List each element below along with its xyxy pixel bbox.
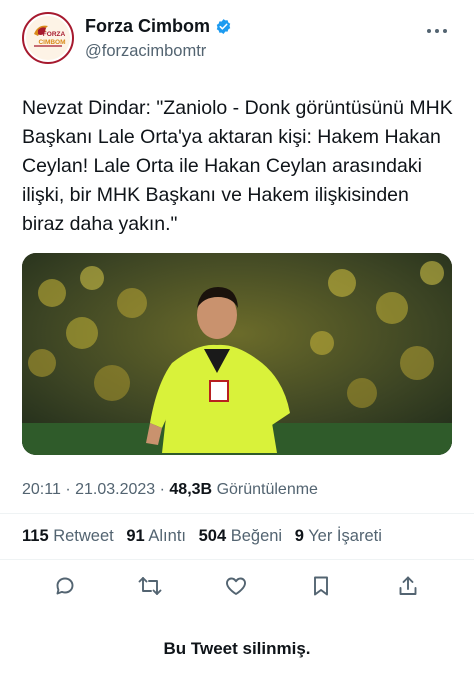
likes-label: Beğeni bbox=[230, 527, 283, 545]
display-name[interactable]: Forza Cimbom bbox=[85, 16, 210, 37]
bookmarks-label: Yer İşareti bbox=[308, 527, 382, 545]
divider bbox=[0, 513, 474, 514]
meta-separator: · bbox=[65, 481, 71, 498]
account-handle[interactable]: @forzacimbomtr bbox=[85, 42, 206, 61]
quotes-count: 91 bbox=[126, 527, 145, 545]
like-icon[interactable] bbox=[222, 572, 250, 600]
avatar[interactable]: FORZA CIMBOM bbox=[22, 12, 74, 64]
reply-icon[interactable] bbox=[51, 572, 79, 600]
tweet-meta: 20:11 · 21.03.2023 · 48,3B Görüntülenme bbox=[22, 481, 318, 499]
tweet-stats: 115 Retweet 91 Alıntı 504 Beğeni 9 Yer İ… bbox=[22, 527, 390, 546]
bookmark-icon[interactable] bbox=[307, 572, 335, 600]
deleted-tweet-notice: Bu Tweet silinmiş. bbox=[163, 639, 311, 658]
divider bbox=[0, 559, 474, 560]
tweet-media[interactable] bbox=[22, 253, 452, 455]
tweet-actions bbox=[0, 568, 474, 604]
forza-cimbom-logo-icon: FORZA CIMBOM bbox=[26, 16, 70, 60]
tweet-time[interactable]: 20:11 bbox=[22, 481, 61, 498]
likes-count: 504 bbox=[198, 527, 227, 545]
verified-badge-icon bbox=[216, 19, 231, 34]
retweets-label: Retweet bbox=[53, 527, 114, 545]
avatar-text-bottom: CIMBOM bbox=[38, 39, 65, 46]
tweet-text: Nevzat Dindar: "Zaniolo - Donk görüntüsü… bbox=[22, 97, 453, 235]
avatar-text-top: FORZA bbox=[43, 31, 66, 38]
tweet-date[interactable]: 21.03.2023 bbox=[75, 481, 155, 498]
more-options-icon[interactable] bbox=[426, 18, 448, 39]
share-icon[interactable] bbox=[394, 572, 422, 600]
views-label: Görüntülenme bbox=[216, 481, 318, 498]
retweet-icon[interactable] bbox=[136, 572, 164, 600]
retweets-stat[interactable]: 115 Retweet bbox=[22, 527, 114, 545]
retweets-count: 115 bbox=[22, 527, 49, 545]
likes-stat[interactable]: 504 Beğeni bbox=[199, 527, 283, 545]
bookmarks-count: 9 bbox=[294, 527, 304, 545]
bookmarks-stat[interactable]: 9 Yer İşareti bbox=[295, 527, 382, 545]
tweet-header: FORZA CIMBOM Forza Cimbom @forzacimbomtr bbox=[22, 12, 452, 68]
quotes-stat[interactable]: 91 Alıntı bbox=[126, 527, 186, 545]
referee-photo-icon bbox=[22, 253, 452, 455]
meta-separator: · bbox=[159, 481, 165, 498]
quotes-label: Alıntı bbox=[148, 527, 186, 545]
views-count: 48,3B bbox=[169, 481, 213, 498]
display-name-row[interactable]: Forza Cimbom bbox=[85, 16, 232, 37]
